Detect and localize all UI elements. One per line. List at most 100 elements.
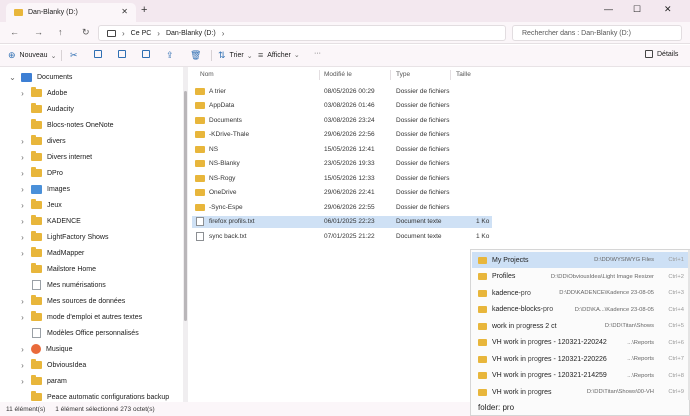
copy-icon[interactable]: [94, 50, 102, 58]
file-row[interactable]: Documents 03/08/2026 23:24 Dossier de fich…: [192, 114, 492, 126]
popup-item[interactable]: VH work in progres - 120321-220226 ...\Re…: [472, 351, 688, 367]
chevron-right-icon[interactable]: ›: [18, 201, 27, 210]
sidebar-item[interactable]: Blocs-notes OneNote: [18, 117, 114, 133]
popup-item-name: kadence-blocks-pro: [492, 306, 553, 313]
scroll-thumb[interactable]: [184, 91, 187, 321]
file-row[interactable]: AppData 03/08/2026 01:46 Dossier de fichie…: [192, 100, 492, 112]
file-row[interactable]: firefox profils.txt 06/01/2025 22:23 Docum…: [192, 215, 492, 228]
column-divider[interactable]: [450, 70, 451, 80]
sidebar-item[interactable]: › Divers internet: [18, 149, 92, 165]
popup-item[interactable]: VH work in progres D:\DD\Titan\Shows\00-V…: [472, 384, 688, 400]
file-row[interactable]: NS-Rogy 15/05/2026 12:33 Dossier de fichie…: [192, 172, 492, 184]
column-header-size[interactable]: Taille: [456, 71, 471, 78]
more-options-icon[interactable]: ···: [314, 50, 321, 57]
chevron-right-icon[interactable]: ›: [18, 169, 27, 178]
sidebar-item[interactable]: › divers: [18, 133, 66, 149]
view-button[interactable]: ≡ Afficher ⌄: [258, 50, 300, 60]
sidebar-item[interactable]: › LightFactory Shows: [18, 229, 108, 245]
popup-item[interactable]: kadence-pro D:\DD\KADENCE\Kadence 23-08-0…: [472, 285, 688, 301]
breadcrumb-drive[interactable]: Dan-Blanky (D:): [166, 30, 216, 37]
delete-icon[interactable]: 🗑: [190, 50, 201, 61]
search-input[interactable]: Rechercher dans : Dan-Blanky (D:): [512, 25, 682, 41]
minimize-button[interactable]: —: [604, 4, 613, 14]
sidebar-item[interactable]: › Mes sources de données: [18, 293, 125, 309]
column-header-name[interactable]: Nom: [200, 71, 214, 78]
view-label: Afficher: [267, 51, 291, 59]
refresh-icon[interactable]: ↻: [82, 27, 90, 38]
sidebar-item[interactable]: Peace automatic configurations backup: [18, 389, 169, 402]
chevron-right-icon[interactable]: ›: [18, 313, 27, 322]
sidebar-item[interactable]: Audacity: [18, 101, 74, 117]
share-icon[interactable]: ⇪: [166, 50, 174, 61]
popup-item[interactable]: VH work in progres - 120321-214259 ...\Re…: [472, 368, 688, 384]
file-row[interactable]: NS-Blanky 23/05/2026 19:33 Dossier de fich…: [192, 158, 492, 170]
cut-icon[interactable]: ✂: [70, 50, 78, 61]
sidebar-item[interactable]: › Adobe: [18, 85, 67, 101]
chevron-right-icon[interactable]: ›: [18, 233, 27, 242]
breadcrumb-ce-pc[interactable]: Ce PC: [131, 30, 152, 37]
details-button[interactable]: Détails: [645, 50, 678, 58]
file-row[interactable]: OneDrive 29/06/2026 22:41 Dossier de fichi…: [192, 187, 492, 199]
sidebar-item[interactable]: › ObviousIdea: [18, 357, 86, 373]
sidebar-item[interactable]: › Musique: [18, 341, 72, 357]
file-row[interactable]: -KDrive-Thale 29/06/2026 22:56 Dossier de …: [192, 129, 492, 141]
file-row[interactable]: sync back.txt 07/01/2025 21:22 Document te…: [192, 230, 492, 242]
popup-item[interactable]: work in progress 2 ct D:\DD\Titan\Shows Ct…: [472, 318, 688, 334]
column-divider[interactable]: [319, 70, 320, 80]
forward-arrow-icon[interactable]: →: [34, 27, 43, 37]
popup-item[interactable]: kadence-blocks-pro D:\DD\KA...\Kadence 23…: [472, 302, 688, 318]
chevron-right-icon[interactable]: ›: [18, 297, 27, 306]
column-header-type[interactable]: Type: [396, 71, 410, 78]
popup-query-input[interactable]: folder: pro: [478, 403, 514, 412]
chevron-right-icon[interactable]: ›: [18, 249, 27, 258]
rename-icon[interactable]: [142, 50, 150, 58]
column-divider[interactable]: [390, 70, 391, 80]
back-arrow-icon[interactable]: ←: [10, 27, 19, 37]
file-row[interactable]: NS 15/05/2026 12:41 Dossier de fichiers: [192, 143, 492, 155]
file-modified: 08/05/2026 00:29: [324, 87, 375, 95]
paste-icon[interactable]: [118, 50, 126, 58]
name-match: pro: [542, 306, 554, 313]
sidebar-item[interactable]: › Jeux: [18, 197, 62, 213]
sidebar-item[interactable]: › mode d'emploi et autres textes: [18, 309, 142, 325]
sidebar-item[interactable]: › Images: [18, 181, 70, 197]
name-part: VH work in: [492, 339, 528, 346]
sidebar-item[interactable]: Mes numérisations: [18, 277, 106, 293]
file-row[interactable]: -Sync-Espe 29/06/2026 22:55 Dossier de fic…: [192, 201, 492, 213]
chevron-right-icon[interactable]: ›: [18, 153, 27, 162]
tab-dan-blanky[interactable]: Dan-Blanky (D:) ✕: [6, 3, 136, 22]
name-part: gres - 120321-220226: [537, 355, 607, 363]
sidebar-item[interactable]: › MadMapper: [18, 245, 84, 261]
chevron-down-icon: ⌄: [50, 52, 57, 60]
chevron-down-icon[interactable]: ⌄: [8, 73, 17, 82]
popup-item-shortcut: Ctrl+3: [668, 290, 684, 296]
chevron-right-icon[interactable]: ›: [18, 217, 27, 226]
folder-icon: [31, 135, 42, 145]
popup-item-shortcut: Ctrl+5: [668, 323, 684, 329]
sidebar-item[interactable]: Mailstore Home: [18, 261, 96, 277]
file-row[interactable]: A trier 08/05/2026 00:29 Dossier de fichie…: [192, 85, 492, 97]
chevron-right-icon[interactable]: ›: [18, 89, 27, 98]
chevron-right-icon[interactable]: ›: [18, 377, 27, 386]
popup-item[interactable]: Profiles D:\DD\ObviousIdea\Light Image Re…: [472, 269, 688, 285]
chevron-right-icon[interactable]: ›: [18, 137, 27, 146]
sidebar-item[interactable]: Modèles Office personnalisés: [18, 325, 139, 341]
close-window-button[interactable]: ✕: [664, 4, 672, 15]
column-header-modified[interactable]: Modifié le: [324, 71, 352, 78]
sidebar-item[interactable]: › KADENCE: [18, 213, 81, 229]
address-field[interactable]: › Ce PC › Dan-Blanky (D:) ›: [98, 25, 506, 41]
up-arrow-icon[interactable]: ↑: [58, 27, 63, 37]
maximize-button[interactable]: ☐: [633, 4, 641, 15]
chevron-right-icon[interactable]: ›: [18, 185, 27, 194]
popup-item[interactable]: VH work in progres - 120321-220242 ...\Re…: [472, 335, 688, 351]
chevron-right-icon[interactable]: ›: [18, 361, 27, 370]
popup-item[interactable]: My Projects D:\DD\WYSIWYG Files Ctrl+1: [472, 252, 688, 268]
sidebar-item[interactable]: ⌄ Documents: [8, 69, 72, 85]
new-tab-button[interactable]: +: [141, 4, 147, 16]
sidebar-item[interactable]: › param: [18, 373, 67, 389]
close-tab-icon[interactable]: ✕: [121, 7, 128, 16]
new-button[interactable]: ⊕ Nouveau ⌄: [8, 50, 56, 61]
sort-button[interactable]: ⇅ Trier ⌄: [218, 50, 253, 61]
chevron-right-icon[interactable]: ›: [18, 345, 27, 354]
sidebar-item[interactable]: › DPro: [18, 165, 63, 181]
